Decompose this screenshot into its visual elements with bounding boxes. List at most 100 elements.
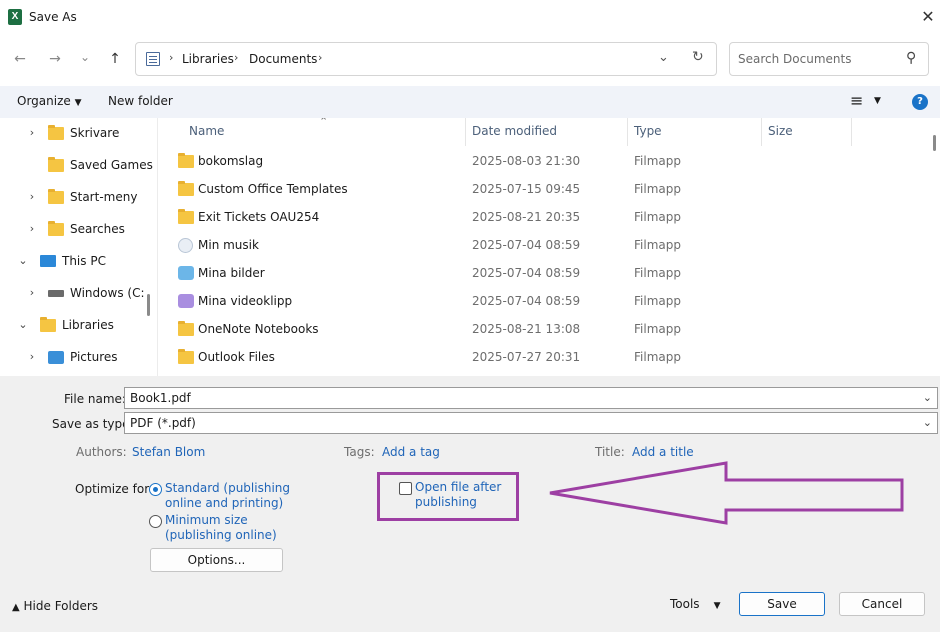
back-arrow-icon[interactable]: ← [8, 47, 32, 71]
optimize-minimum-label[interactable]: Minimum size (publishing online) [165, 513, 277, 543]
arrow-outline [549, 461, 904, 525]
file-list-scrollbar[interactable] [933, 135, 936, 151]
sidebar-item-libraries[interactable]: ⌄ Libraries [0, 310, 155, 342]
folder-icon [178, 181, 194, 196]
recent-locations-icon[interactable]: ⌄ [73, 45, 97, 69]
open-after-publishing-checkbox[interactable] [399, 482, 412, 495]
help-icon[interactable]: ? [912, 94, 928, 110]
chevron-right-icon[interactable]: › [318, 51, 322, 64]
sidebar-item-start-meny[interactable]: › Start-meny [0, 182, 155, 214]
folder-icon [48, 221, 64, 236]
sidebar-scrollbar[interactable] [147, 294, 150, 316]
expand-chevron-icon[interactable]: › [26, 126, 38, 139]
save-type-value: PDF (*.pdf) [130, 416, 196, 430]
file-name-field[interactable]: Book1.pdf ⌄ [124, 387, 938, 409]
caret-down-icon: ▼ [74, 98, 82, 108]
start-menu-folder-icon [48, 189, 64, 204]
tags-label: Tags: [344, 445, 375, 459]
organize-button[interactable]: Organize ▼ [17, 94, 82, 108]
tags-field[interactable]: Add a tag [382, 445, 440, 459]
column-header-type[interactable]: Type [634, 124, 662, 138]
file-row[interactable]: Min musik 2025-07-04 08:59 Filmapp [158, 231, 858, 259]
expand-chevron-icon[interactable]: › [26, 350, 38, 363]
file-row[interactable]: Mina videoklipp 2025-07-04 08:59 Filmapp [158, 287, 858, 315]
file-list: ⌃ Name Date modified Type Size bokomslag… [157, 118, 940, 376]
file-name: Mina videoklipp [198, 294, 293, 308]
sidebar-item-pictures[interactable]: › Pictures [0, 342, 155, 374]
monitor-icon [40, 255, 56, 267]
collapse-chevron-icon[interactable]: ⌄ [17, 254, 29, 267]
up-arrow-icon[interactable]: ↑ [103, 47, 127, 71]
file-type: Filmapp [634, 294, 681, 308]
forward-arrow-icon[interactable]: → [43, 47, 67, 71]
column-divider[interactable] [851, 118, 852, 146]
options-button[interactable]: Options... [150, 548, 283, 572]
file-name: Min musik [198, 238, 259, 252]
sidebar-item-skrivare[interactable]: › Skrivare [0, 118, 155, 150]
authors-field[interactable]: Stefan Blom [132, 445, 205, 459]
checkbox-label-line: publishing [415, 495, 477, 509]
file-name: bokomslag [198, 154, 264, 168]
file-row[interactable]: Outlook Files 2025-07-27 20:31 Filmapp [158, 343, 858, 371]
column-divider[interactable] [761, 118, 762, 146]
chevron-down-icon[interactable]: ⌄ [923, 391, 932, 404]
search-input[interactable]: Search Documents [738, 52, 851, 66]
expand-chevron-icon[interactable]: › [26, 190, 38, 203]
file-date: 2025-07-04 08:59 [472, 266, 581, 280]
search-box[interactable]: Search Documents ⚲ [729, 42, 929, 76]
file-date: 2025-07-27 20:31 [472, 350, 581, 364]
column-header-date-modified[interactable]: Date modified [472, 124, 557, 138]
file-row[interactable]: Mina bilder 2025-07-04 08:59 Filmapp [158, 259, 858, 287]
checkbox-label-line: Open file after [415, 480, 502, 494]
file-row[interactable]: Exit Tickets OAU254 2025-08-21 20:35 Fil… [158, 203, 858, 231]
file-row[interactable]: bokomslag 2025-08-03 21:30 Filmapp [158, 147, 858, 175]
sidebar-item-searches[interactable]: › Searches [0, 214, 155, 246]
column-header-name[interactable]: Name [189, 124, 224, 138]
close-icon[interactable]: ✕ [918, 6, 938, 28]
view-dropdown-icon[interactable]: ▼ [874, 96, 881, 106]
libraries-icon [146, 52, 160, 66]
file-name: Mina bilder [198, 266, 265, 280]
refresh-icon[interactable]: ↻ [692, 49, 704, 65]
breadcrumb-documents[interactable]: Documents [249, 52, 317, 66]
breadcrumb-libraries[interactable]: Libraries [182, 52, 234, 66]
file-date: 2025-07-04 08:59 [472, 294, 581, 308]
column-divider[interactable] [465, 118, 466, 146]
folder-icon [40, 317, 56, 332]
optimize-standard-label[interactable]: Standard (publishing online and printing… [165, 481, 290, 511]
sidebar-item-this-pc[interactable]: ⌄ This PC [0, 246, 155, 278]
view-options-icon[interactable]: ≡ [850, 91, 863, 110]
annotation-arrow [549, 461, 904, 525]
file-row[interactable]: OneNote Notebooks 2025-08-21 13:08 Filma… [158, 315, 858, 343]
hide-folders-button[interactable]: ▲ Hide Folders [12, 599, 98, 613]
search-icon[interactable]: ⚲ [906, 50, 916, 66]
column-header-size[interactable]: Size [768, 124, 793, 138]
sidebar-item-saved-games[interactable]: Saved Games [0, 150, 155, 182]
tools-button[interactable]: Tools ▼ [670, 597, 720, 611]
address-bar[interactable]: › Libraries › Documents › ⌄ ↻ [135, 42, 717, 76]
save-type-select[interactable]: PDF (*.pdf) ⌄ [124, 412, 938, 434]
optimize-standard-radio[interactable] [149, 483, 162, 496]
command-bar: Organize ▼ New folder ≡ ▼ [0, 86, 940, 118]
caret-down-icon: ▼ [713, 601, 721, 611]
radio-label-line: Standard (publishing [165, 481, 291, 495]
file-type: Filmapp [634, 322, 681, 336]
cancel-button[interactable]: Cancel [839, 592, 925, 616]
file-row[interactable]: Custom Office Templates 2025-07-15 09:45… [158, 175, 858, 203]
chevron-down-icon[interactable]: ⌄ [923, 416, 932, 429]
sidebar-item-label: This PC [62, 254, 106, 268]
file-name-label: File name: [64, 392, 126, 406]
organize-label: Organize [17, 94, 71, 108]
column-divider[interactable] [627, 118, 628, 146]
address-dropdown-icon[interactable]: ⌄ [658, 50, 669, 65]
optimize-minimum-radio[interactable] [149, 515, 162, 528]
expand-chevron-icon[interactable]: › [26, 222, 38, 235]
file-name: OneNote Notebooks [198, 322, 319, 336]
sidebar-item-windows-c[interactable]: › Windows (C: [0, 278, 155, 310]
expand-chevron-icon[interactable]: › [26, 286, 38, 299]
file-date: 2025-08-03 21:30 [472, 154, 581, 168]
collapse-chevron-icon[interactable]: ⌄ [17, 318, 29, 331]
save-button[interactable]: Save [739, 592, 825, 616]
new-folder-button[interactable]: New folder [108, 94, 173, 108]
open-after-publishing-label[interactable]: Open file after publishing [415, 480, 501, 510]
